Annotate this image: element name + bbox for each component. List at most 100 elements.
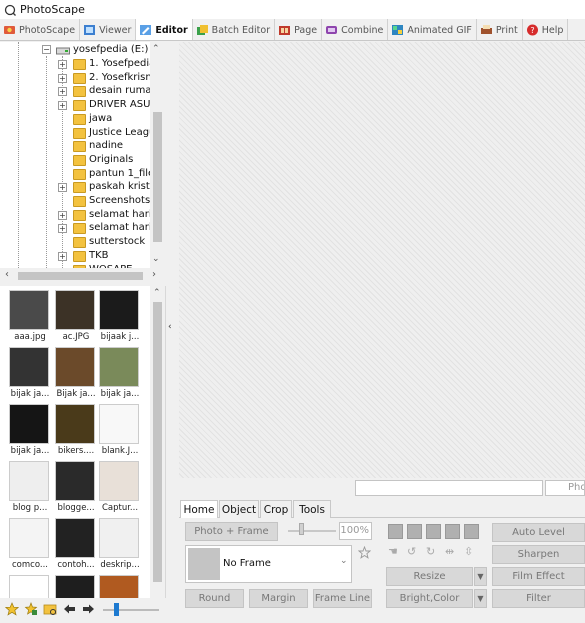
expand-toggle[interactable]: + — [58, 73, 67, 83]
expand-toggle[interactable]: + — [58, 210, 67, 220]
collapse-toggle[interactable]: − — [42, 45, 51, 54]
panel-tab-tools[interactable]: Tools — [293, 500, 331, 518]
margin-button[interactable]: Margin — [249, 589, 308, 608]
flip-horizontal-icon[interactable]: ⇹ — [445, 545, 454, 558]
bright-color-dropdown-icon[interactable]: ▼ — [474, 589, 487, 608]
expand-toggle[interactable]: + — [58, 251, 67, 261]
scroll-left-arrow-icon[interactable]: ‹ — [5, 269, 9, 280]
hand-tool-icon[interactable]: ☚ — [388, 545, 398, 558]
crop-corner-icon[interactable] — [426, 524, 441, 539]
tree-item[interactable]: Originals — [89, 154, 133, 165]
auto-level-button[interactable]: Auto Level — [492, 523, 585, 542]
thumbnail[interactable]: Bijak ja... — [55, 347, 97, 407]
tree-item[interactable]: DRIVER ASUS — [89, 99, 157, 110]
forward-arrow-icon[interactable] — [82, 603, 95, 615]
tree-item[interactable]: Screenshots — [89, 195, 150, 206]
frame-zoom-slider[interactable] — [288, 530, 336, 532]
fill-corner-icon[interactable] — [445, 524, 460, 539]
tree-vertical-scrollbar[interactable]: ⌃ ⌄ — [150, 42, 165, 268]
expand-toggle[interactable]: + — [58, 87, 67, 97]
expand-toggle[interactable]: + — [58, 224, 67, 234]
frame-line-button[interactable]: Frame Line — [313, 589, 372, 608]
rotate-right-icon[interactable]: ↻ — [426, 545, 435, 558]
tab-editor[interactable]: Editor — [136, 19, 193, 40]
thumbnail[interactable] — [99, 575, 141, 598]
tree-item[interactable]: selamat hari r — [89, 209, 159, 220]
add-favorite-icon[interactable] — [24, 602, 38, 616]
resize-button[interactable]: Resize — [386, 567, 473, 586]
bright-color-button[interactable]: Bright,Color — [386, 589, 473, 608]
tree-item[interactable]: sutterstock — [89, 236, 145, 247]
scroll-down-arrow-icon[interactable]: ⌄ — [152, 254, 160, 264]
thumbnail[interactable]: blogge... — [55, 461, 97, 521]
thumbnail[interactable]: bijak ja... — [99, 347, 141, 407]
sharpen-button[interactable]: Sharpen — [492, 545, 585, 564]
thumbnail[interactable]: blank.J... — [99, 404, 141, 464]
thumbnail-size-slider[interactable] — [103, 609, 159, 611]
tab-combine[interactable]: Combine — [322, 19, 389, 40]
thumbnail[interactable]: bikers.... — [55, 404, 97, 464]
circle-corner-icon[interactable] — [464, 524, 479, 539]
tab-print[interactable]: Print — [477, 19, 523, 40]
thumbnail[interactable]: ac.JPG — [55, 290, 97, 350]
tab-page[interactable]: Page — [275, 19, 323, 40]
tree-item[interactable]: jawa — [89, 113, 112, 124]
panel-tab-crop[interactable]: Crop — [260, 500, 292, 518]
tree-item[interactable]: desain rumah — [89, 85, 158, 96]
round-button[interactable]: Round — [185, 589, 244, 608]
tree-item[interactable]: nadine — [89, 140, 123, 151]
scroll-right-arrow-icon[interactable]: › — [152, 269, 156, 280]
resize-dropdown-icon[interactable]: ▼ — [474, 567, 487, 586]
tree-item[interactable]: pantun 1_file — [89, 168, 154, 179]
tree-root-label[interactable]: yosefpedia (E:) — [73, 44, 148, 55]
folder-browse-icon[interactable] — [43, 602, 57, 616]
thumbnail[interactable]: contoh... — [55, 518, 97, 578]
thumbnail[interactable]: bijak ja... — [9, 404, 51, 464]
collapse-arrow-icon[interactable]: ‹ — [168, 322, 172, 332]
panel-tab-home[interactable]: Home — [180, 500, 218, 518]
frame-select[interactable]: No Frame ⌄ — [185, 545, 352, 583]
rotate-left-icon[interactable]: ↺ — [407, 545, 416, 558]
film-effect-button[interactable]: Film Effect — [492, 567, 585, 586]
expand-toggle[interactable]: + — [58, 183, 67, 193]
scroll-up-arrow-icon[interactable]: ⌃ — [152, 44, 160, 54]
tree-hscroll-thumb[interactable] — [18, 272, 143, 280]
thumbnail[interactable]: Captur... — [99, 461, 141, 521]
tab-photoscape[interactable]: PhotoScape — [0, 19, 81, 40]
photo-frame-button[interactable]: Photo + Frame — [185, 522, 278, 541]
thumbnail[interactable]: bijak ja... — [9, 347, 51, 407]
favorite-frame-star-icon[interactable] — [358, 546, 371, 559]
scroll-up-arrow-icon[interactable]: ⌃ — [153, 288, 161, 298]
tree-item[interactable]: paskah kriste — [89, 181, 156, 192]
tab-animated-gif[interactable]: Animated GIF — [388, 19, 477, 40]
thumbnail[interactable]: bijaak j... — [99, 290, 141, 350]
star-icon[interactable] — [5, 602, 19, 616]
tree-item[interactable]: 2. Yosefkrisn — [89, 72, 152, 83]
thumbnail[interactable]: blog p... — [9, 461, 51, 521]
thumbnail-size-slider-handle[interactable] — [114, 603, 119, 616]
tree-item[interactable]: TKB — [89, 250, 109, 261]
thumbnail[interactable]: comco... — [9, 518, 51, 578]
tree-horizontal-scrollbar[interactable]: ‹ › — [0, 268, 165, 284]
tree-item[interactable]: 1. Yosefpedia — [89, 58, 155, 69]
expand-toggle[interactable]: + — [58, 101, 67, 111]
back-arrow-icon[interactable] — [63, 603, 76, 615]
tab-help[interactable]: ? Help — [523, 19, 569, 40]
thumbnail-scroll-thumb[interactable] — [153, 302, 162, 582]
thumbnail[interactable]: deskrip... — [99, 518, 141, 578]
tree-scroll-thumb[interactable] — [153, 112, 162, 242]
thumbnail-scrollbar[interactable]: ⌃ — [150, 286, 165, 598]
rotate-corner-icon[interactable] — [388, 524, 403, 539]
filter-button[interactable]: Filter — [492, 589, 585, 608]
panel-splitter[interactable]: ‹ — [165, 286, 177, 598]
thumbnail[interactable] — [9, 575, 51, 598]
expand-toggle[interactable]: + — [58, 60, 67, 69]
tab-batch-editor[interactable]: Batch Editor — [193, 19, 276, 40]
thumbnail[interactable]: aaa.jpg — [9, 290, 51, 350]
frame-zoom-value[interactable]: 100% — [339, 522, 372, 540]
flip-vertical-icon[interactable]: ⇳ — [464, 545, 473, 558]
frame-zoom-slider-handle[interactable] — [299, 523, 304, 535]
rounded-corner-icon[interactable] — [407, 524, 422, 539]
tab-viewer[interactable]: Viewer — [80, 19, 137, 40]
image-canvas[interactable] — [179, 42, 585, 497]
